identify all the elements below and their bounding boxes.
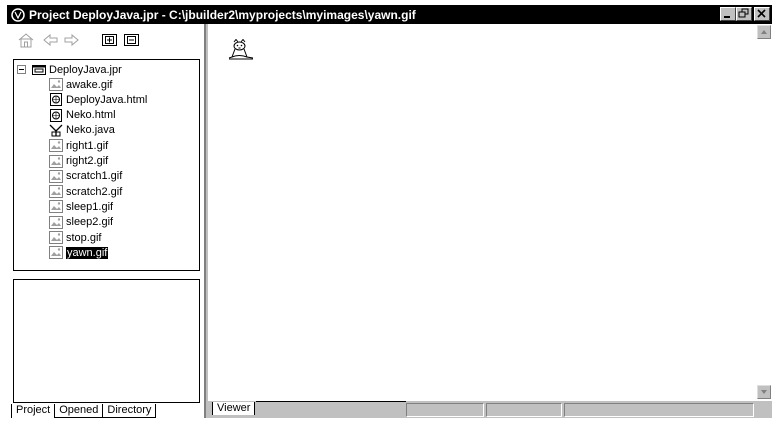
gif-image-icon (49, 154, 63, 168)
tree-item-label: awake.gif (66, 78, 113, 91)
tree-item-label: right2.gif (66, 155, 109, 167)
restore-button[interactable] (736, 7, 752, 21)
status-cell (564, 403, 754, 417)
tree-item[interactable]: sleep2.gif (49, 215, 113, 230)
close-icon (757, 9, 766, 18)
navigation-tabs: Project Opened Directory (11, 404, 157, 418)
tree-root[interactable]: DeployJava.jpr (14, 62, 122, 77)
tree-item[interactable]: Neko.java (49, 123, 115, 138)
arrow-down-icon (761, 390, 767, 394)
gif-image-icon (49, 78, 63, 91)
tree-root-label: DeployJava.jpr (49, 63, 122, 76)
html-file-icon (49, 108, 63, 122)
gif-image-icon (49, 200, 63, 214)
tab-directory[interactable]: Directory (103, 404, 157, 418)
image-viewer (208, 24, 772, 400)
tree-item[interactable]: stop.gif (49, 230, 101, 245)
tree-item-label: DeployJava.html (66, 93, 148, 106)
status-cell (406, 403, 484, 417)
minimize-icon (724, 16, 730, 18)
tree-item-label: Neko.html (66, 109, 116, 122)
tree-item-label: scratch1.gif (66, 170, 123, 183)
gif-image-icon (49, 185, 63, 199)
yawn-image (227, 38, 255, 66)
content-tab-bar: Viewer (208, 400, 772, 418)
tree-item[interactable]: scratch2.gif (49, 184, 122, 199)
tree-item[interactable]: awake.gif (49, 77, 112, 92)
tree-item[interactable]: Neko.html (49, 108, 116, 123)
tree-item[interactable]: DeployJava.html (49, 92, 147, 107)
window-title: Project DeployJava.jpr - C:\jbuilder2\my… (29, 7, 416, 22)
tree-item[interactable]: scratch1.gif (49, 169, 122, 184)
arrow-up-icon (761, 30, 767, 34)
forward-arrow-icon[interactable] (62, 32, 80, 48)
title-bar[interactable]: Project DeployJava.jpr - C:\jbuilder2\my… (7, 5, 772, 24)
jbuilder-window: Project DeployJava.jpr - C:\jbuilder2\my… (7, 5, 772, 418)
html-file-icon (49, 93, 63, 107)
tab-opened[interactable]: Opened (55, 404, 104, 418)
add-file-icon[interactable] (101, 32, 119, 48)
java-file-icon (49, 124, 63, 137)
jbuilder-app-icon (10, 7, 26, 23)
restore-icon (738, 8, 749, 18)
tree-item[interactable]: sleep1.gif (49, 199, 113, 214)
collapse-toggle[interactable] (17, 65, 26, 74)
tree-item-label: right1.gif (66, 139, 109, 152)
back-arrow-icon[interactable] (42, 32, 60, 48)
tree-item[interactable]: right1.gif (49, 138, 108, 153)
gif-image-icon (49, 231, 63, 244)
close-button[interactable] (754, 7, 770, 21)
gif-image-icon (49, 246, 63, 260)
vertical-scrollbar[interactable] (756, 24, 772, 400)
tab-viewer[interactable]: Viewer (212, 402, 256, 415)
status-cell (486, 403, 562, 417)
project-tree[interactable]: DeployJava.jpr awake.gif DeployJava.html N… (13, 59, 200, 271)
scroll-down-button[interactable] (757, 385, 771, 399)
project-folder-icon (32, 63, 46, 76)
tree-item[interactable]: right2.gif (49, 154, 108, 169)
tree-item-label: stop.gif (66, 231, 102, 244)
tab-project[interactable]: Project (11, 404, 56, 418)
gif-image-icon (49, 139, 63, 153)
navigation-pane: DeployJava.jpr awake.gif DeployJava.html N… (7, 24, 206, 418)
remove-file-icon[interactable] (123, 32, 141, 48)
tab-baseline (256, 401, 406, 402)
home-icon[interactable] (17, 32, 35, 48)
tree-item[interactable]: yawn.gif (49, 245, 109, 260)
project-toolbar (7, 24, 204, 56)
tree-item-label: sleep1.gif (66, 200, 114, 213)
tree-item-label: yawn.gif (66, 246, 109, 259)
gif-image-icon (49, 215, 63, 229)
gif-image-icon (49, 169, 63, 183)
minimize-button[interactable] (720, 7, 736, 21)
tree-item-label: scratch2.gif (66, 185, 123, 198)
tree-item-label: sleep2.gif (66, 216, 114, 229)
scroll-up-button[interactable] (757, 25, 771, 39)
tree-item-label: Neko.java (66, 124, 115, 137)
structure-pane[interactable] (13, 279, 200, 403)
